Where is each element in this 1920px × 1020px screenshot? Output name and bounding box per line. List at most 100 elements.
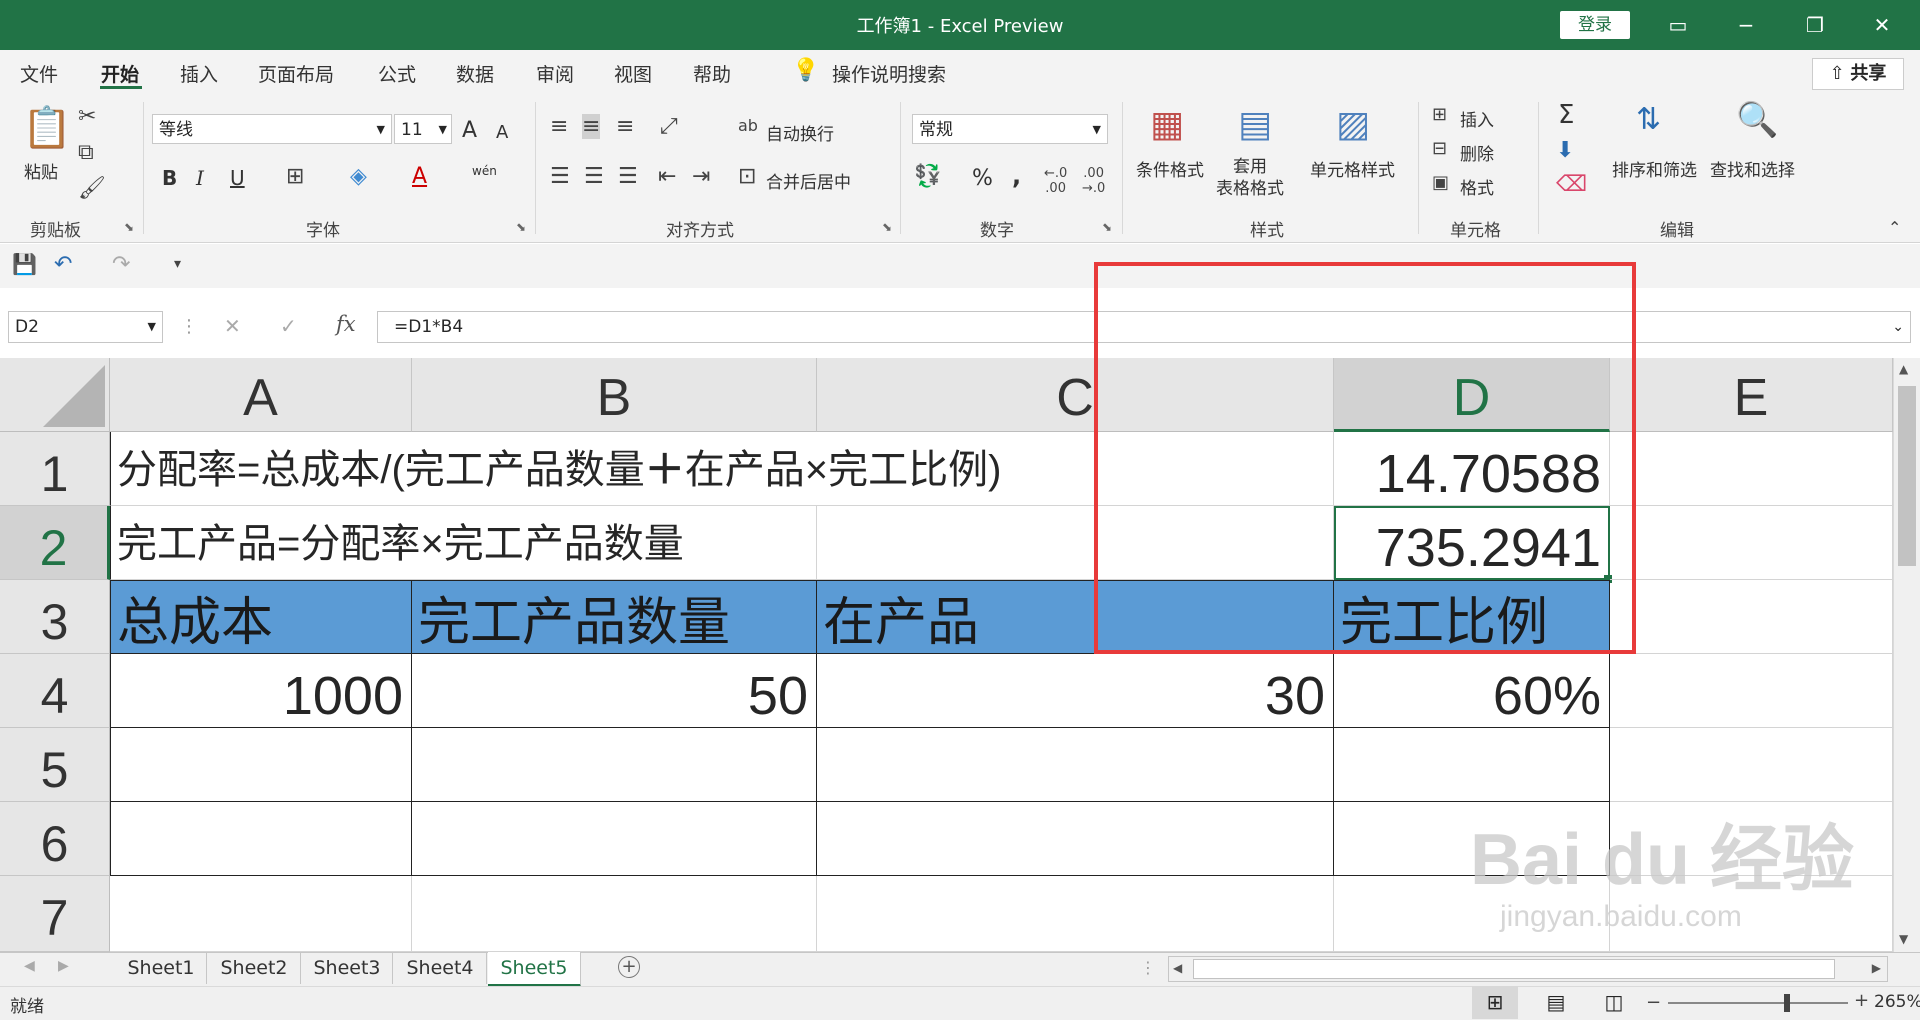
grow-font-button[interactable]: A [462, 118, 477, 143]
font-name-combo[interactable]: 等线 ▼ [152, 114, 392, 144]
login-button[interactable]: 登录 [1560, 11, 1630, 39]
align-middle-icon[interactable]: ≡ [582, 114, 601, 139]
page-break-view-icon[interactable]: ◫ [1594, 986, 1634, 1019]
name-box[interactable]: D2 ▼ [8, 311, 163, 343]
dialog-launcher-icon[interactable]: ⬊ [882, 220, 892, 234]
dialog-launcher-icon[interactable]: ⬊ [1102, 220, 1112, 234]
wrap-text-icon[interactable]: ab [738, 116, 758, 135]
zoom-slider[interactable] [1668, 1002, 1848, 1004]
cell-d4[interactable]: 60% [1334, 654, 1610, 728]
ribbon-display-options-icon[interactable]: ▭ [1658, 8, 1698, 42]
fill-color-icon[interactable]: ◈ [350, 164, 367, 189]
tab-page-layout[interactable]: 页面布局 [258, 60, 334, 87]
cell-a3[interactable]: 总成本 [110, 580, 412, 654]
underline-button[interactable]: U [230, 166, 245, 190]
sheet-tab-1[interactable]: Sheet1 [116, 952, 207, 984]
expand-formula-bar-icon[interactable]: ⌄ [1892, 312, 1904, 342]
page-layout-view-icon[interactable]: ▤ [1536, 986, 1576, 1019]
vertical-scrollbar[interactable]: ▲ ▼ [1893, 358, 1920, 952]
cell-d5[interactable] [1334, 728, 1610, 802]
restore-icon[interactable]: ❐ [1795, 8, 1835, 42]
font-size-combo[interactable]: 11 ▼ [394, 114, 452, 144]
scroll-up-icon[interactable]: ▲ [1899, 362, 1908, 376]
tab-home[interactable]: 开始 [101, 60, 139, 87]
sheet-tab-5[interactable]: Sheet5 [488, 952, 581, 987]
cell-a6[interactable] [110, 802, 412, 876]
align-bottom-icon[interactable]: ≡ [616, 114, 634, 139]
tab-formulas[interactable]: 公式 [378, 60, 416, 87]
number-format-combo[interactable]: 常规 ▼ [912, 114, 1108, 144]
decrease-indent-icon[interactable]: ⇤ [658, 164, 676, 189]
tell-me-search[interactable]: 操作说明搜索 [832, 60, 946, 87]
sheet-tab-2[interactable]: Sheet2 [208, 952, 301, 984]
phonetic-guide-button[interactable]: wén [472, 164, 497, 178]
borders-icon[interactable]: ⊞ [286, 164, 304, 189]
orientation-icon[interactable]: ⤢ [660, 114, 678, 139]
sort-filter-button[interactable]: 排序和筛选 [1612, 156, 1697, 181]
accounting-format-icon[interactable]: 💱 [914, 164, 941, 189]
format-cells-icon[interactable]: ▣ [1432, 172, 1449, 193]
share-button[interactable]: ⇧ 共享 [1812, 58, 1904, 90]
scrollbar-thumb[interactable] [1898, 386, 1916, 566]
merge-center-icon[interactable]: ⊡ [738, 164, 756, 189]
row-header-7[interactable]: 7 [0, 876, 110, 952]
align-left-icon[interactable]: ☰ [550, 164, 570, 189]
format-cells-button[interactable]: 格式 [1460, 174, 1494, 199]
save-icon[interactable]: 💾 [12, 252, 37, 276]
autosum-button[interactable]: Σ [1558, 100, 1574, 130]
fill-icon[interactable]: ⬇ [1556, 138, 1574, 163]
paste-label[interactable]: 粘贴 [24, 158, 58, 183]
wrap-text-button[interactable]: 自动换行 [766, 120, 834, 145]
cell-a2[interactable]: 完工产品=分配率×完工产品数量 [110, 506, 817, 580]
zoom-slider-thumb[interactable] [1784, 994, 1790, 1012]
cancel-icon[interactable]: ✕ [224, 314, 241, 338]
merge-center-button[interactable]: 合并后居中 [766, 168, 851, 193]
sheet-tab-4[interactable]: Sheet4 [394, 952, 487, 984]
format-as-table-button[interactable]: 套用 表格格式 [1216, 156, 1284, 200]
cell-c7[interactable] [817, 876, 1334, 952]
insert-cells-icon[interactable]: ⊞ [1432, 104, 1447, 125]
tab-review[interactable]: 审阅 [536, 60, 574, 87]
find-select-button[interactable]: 查找和选择 [1710, 156, 1795, 181]
format-painter-icon[interactable]: 🖌 [78, 176, 106, 201]
sheet-tab-3[interactable]: Sheet3 [302, 952, 393, 984]
align-top-icon[interactable]: ≡ [550, 114, 568, 139]
cell-c4[interactable]: 30 [817, 654, 1334, 728]
cell-a5[interactable] [110, 728, 412, 802]
cell-b6[interactable] [412, 802, 817, 876]
cell-a7[interactable] [110, 876, 412, 952]
tab-data[interactable]: 数据 [456, 60, 494, 87]
cell-e2[interactable] [1610, 506, 1893, 580]
insert-cells-button[interactable]: 插入 [1460, 106, 1494, 131]
column-header-b[interactable]: B [412, 358, 817, 432]
column-header-e[interactable]: E [1610, 358, 1893, 432]
delete-cells-icon[interactable]: ⊟ [1432, 138, 1447, 159]
close-icon[interactable]: ✕ [1862, 8, 1902, 42]
normal-view-icon[interactable]: ⊞ [1472, 986, 1518, 1019]
row-header-1[interactable]: 1 [0, 432, 110, 506]
scroll-down-icon[interactable]: ▼ [1899, 932, 1908, 946]
align-center-icon[interactable]: ☰ [584, 164, 604, 189]
row-header-2[interactable]: 2 [0, 506, 110, 580]
row-header-4[interactable]: 4 [0, 654, 110, 728]
zoom-level[interactable]: 265% [1874, 992, 1920, 1012]
scroll-right-icon[interactable]: ▶ [1872, 961, 1881, 975]
cell-e1[interactable] [1610, 432, 1893, 506]
cell-styles-button[interactable]: 单元格样式 [1310, 156, 1395, 181]
minimize-icon[interactable]: − [1726, 8, 1766, 42]
scroll-left-icon[interactable]: ◀ [1173, 961, 1182, 975]
cell-a4[interactable]: 1000 [110, 654, 412, 728]
paste-icon[interactable]: 📋 [22, 104, 72, 151]
row-header-3[interactable]: 3 [0, 580, 110, 654]
zoom-out-icon[interactable]: − [1646, 992, 1661, 1013]
cell-c6[interactable] [817, 802, 1334, 876]
tab-help[interactable]: 帮助 [693, 60, 731, 87]
cell-e5[interactable] [1610, 728, 1893, 802]
insert-function-icon[interactable]: fx [336, 312, 356, 336]
column-header-a[interactable]: A [110, 358, 412, 432]
zoom-in-icon[interactable]: + [1854, 990, 1869, 1011]
cell-b5[interactable] [412, 728, 817, 802]
delete-cells-button[interactable]: 删除 [1460, 140, 1494, 165]
select-all-corner[interactable] [0, 358, 110, 432]
font-color-button[interactable]: A [412, 164, 427, 189]
